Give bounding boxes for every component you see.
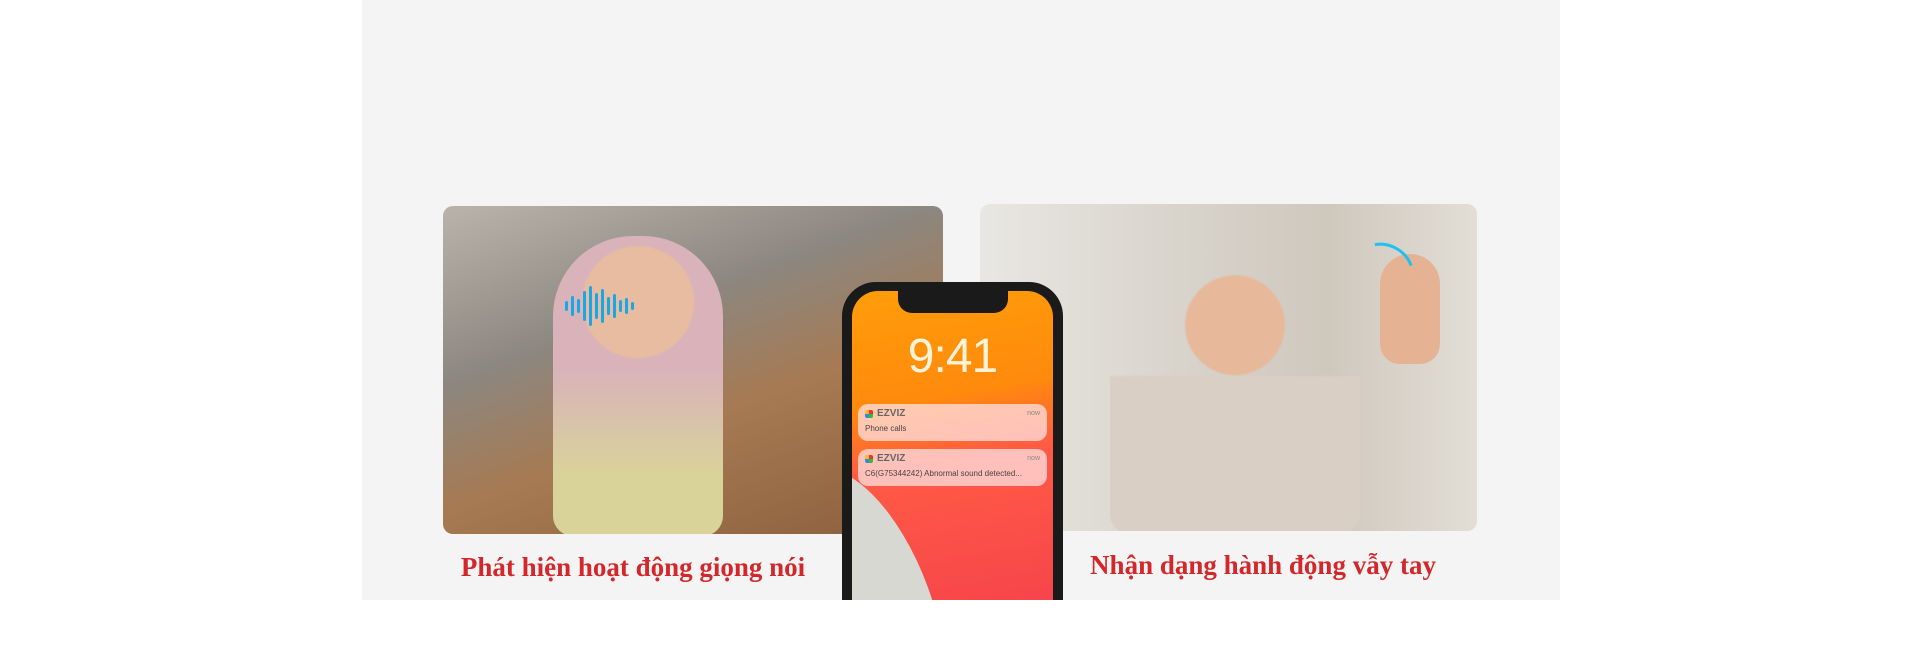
- ezviz-logo-icon: [865, 454, 873, 463]
- phone-screen: 9:41 EZVIZ now Phone calls EZVIZ now C6(G7…: [852, 291, 1053, 600]
- notification-body: C6(G75344242) Abnormal sound detected...: [865, 469, 1022, 478]
- notification-card[interactable]: EZVIZ now C6(G75344242) Abnormal sound de…: [858, 449, 1047, 486]
- phone-mockup: 9:41 EZVIZ now Phone calls EZVIZ now C6(G7…: [842, 282, 1063, 600]
- phone-notch: [897, 291, 1008, 313]
- sound-wave-icon: [565, 286, 634, 326]
- voice-detection-caption: Phát hiện hoạt động giọng nói: [460, 552, 806, 582]
- notification-app: EZVIZ: [877, 453, 906, 464]
- notification-time: now: [1027, 455, 1040, 462]
- notification-card[interactable]: EZVIZ now Phone calls: [858, 404, 1047, 441]
- lock-screen-clock: 9:41: [907, 330, 998, 383]
- notification-body: Phone calls: [865, 424, 907, 433]
- ezviz-logo-icon: [865, 409, 873, 418]
- notification-app: EZVIZ: [877, 408, 906, 419]
- child-figure: [553, 236, 723, 534]
- notification-time: now: [1027, 410, 1040, 417]
- woman-figure: [1110, 244, 1360, 531]
- wave-recognition-caption: Nhận dạng hành động vẫy tay: [1090, 550, 1436, 580]
